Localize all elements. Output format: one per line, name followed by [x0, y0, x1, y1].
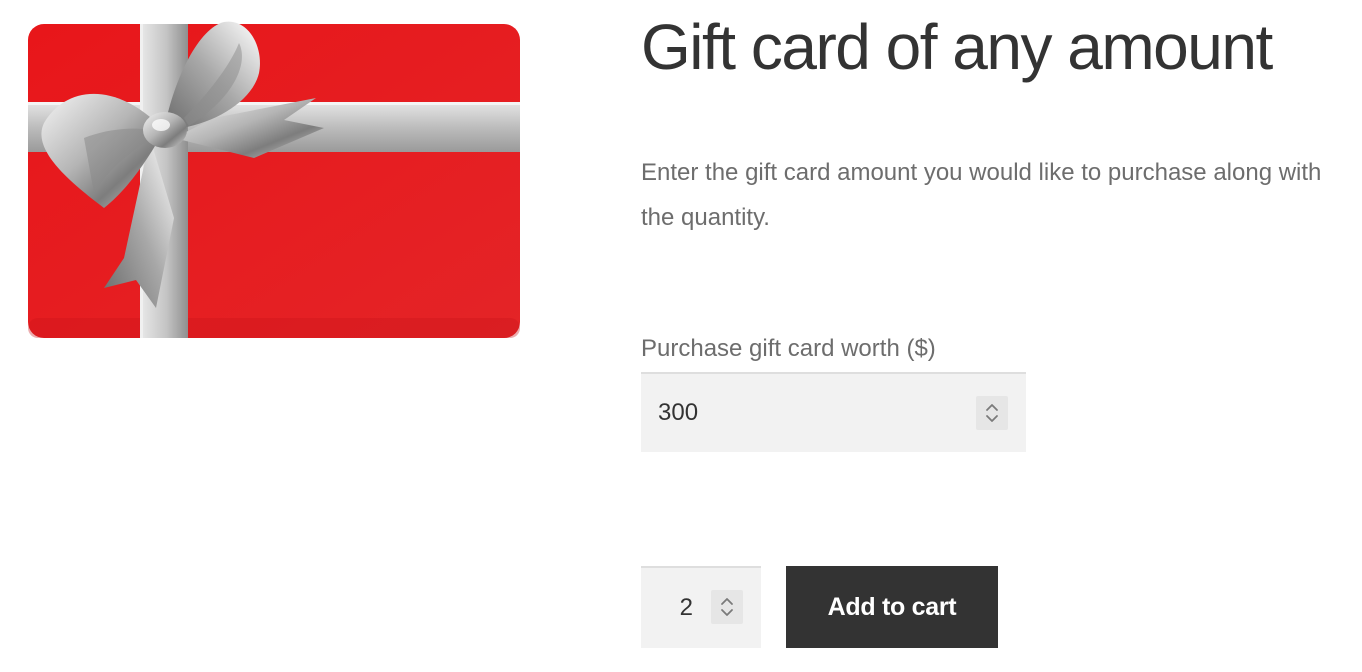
gift-card-amount-input[interactable]: 300 [641, 372, 1026, 452]
product-page: Gift card of any amount Enter the gift c… [0, 0, 1362, 672]
amount-label: Purchase gift card worth ($) [641, 335, 936, 362]
amount-stepper[interactable] [976, 396, 1008, 430]
gift-card-icon [28, 21, 520, 338]
up-down-chevron-icon [986, 404, 998, 422]
quantity-stepper[interactable] [711, 590, 743, 624]
quantity-value: 2 [679, 594, 693, 621]
product-title: Gift card of any amount [641, 11, 1273, 83]
add-to-cart-button[interactable]: Add to cart [786, 566, 998, 648]
product-image[interactable] [24, 18, 524, 342]
amount-value: 300 [658, 399, 699, 426]
quantity-input[interactable]: 2 [641, 566, 761, 648]
up-down-chevron-icon [721, 598, 733, 616]
product-description: Enter the gift card amount you would lik… [641, 159, 1322, 231]
